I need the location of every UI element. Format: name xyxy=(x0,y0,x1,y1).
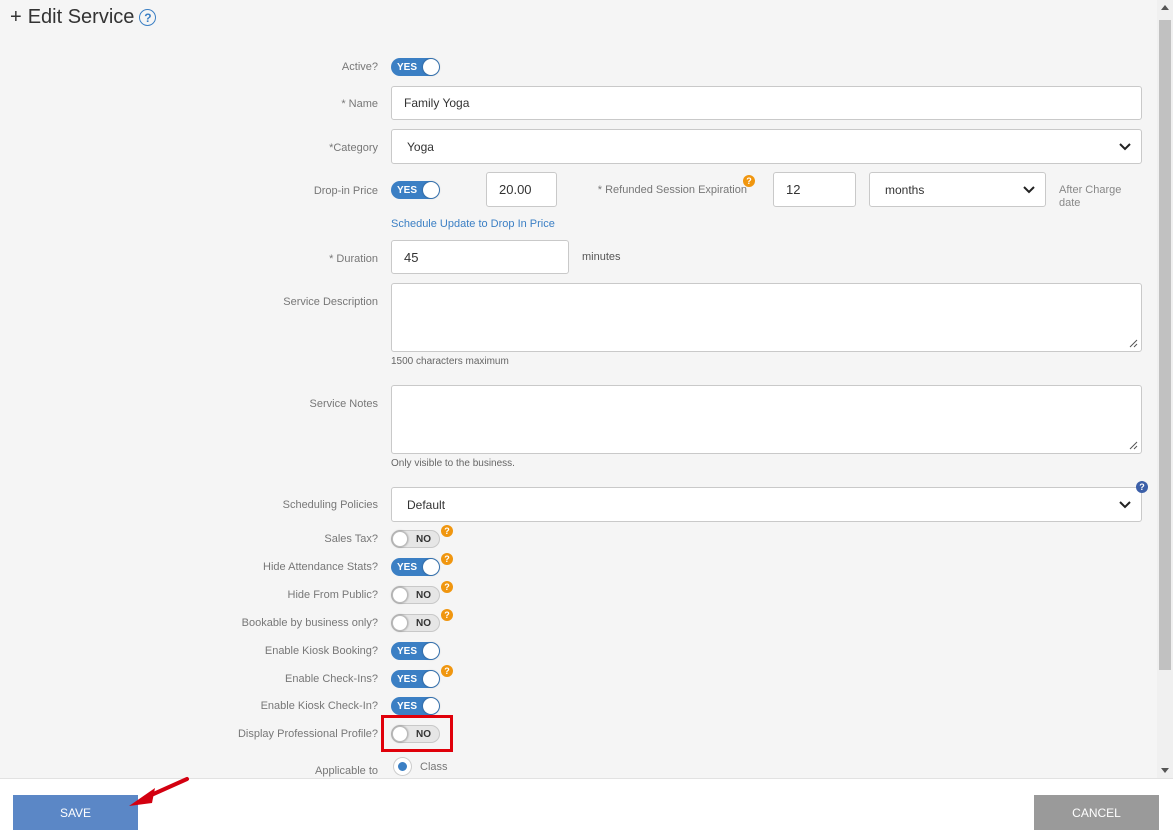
dropin-toggle[interactable]: YES xyxy=(391,181,440,199)
active-label: Active? xyxy=(341,61,378,73)
description-label: Service Description xyxy=(283,296,378,308)
policies-select[interactable]: Default xyxy=(391,487,1142,522)
bookable-toggle[interactable]: NO xyxy=(391,614,440,632)
name-label: * Name xyxy=(341,98,378,110)
schedule-price-link[interactable]: Schedule Update to Drop In Price xyxy=(391,218,555,230)
info-icon[interactable]: ? xyxy=(441,553,453,565)
help-icon[interactable]: ? xyxy=(139,9,157,26)
applicable-label: Applicable to xyxy=(315,765,378,777)
name-input-value: Family Yoga xyxy=(404,96,470,110)
info-icon[interactable]: ? xyxy=(441,609,453,621)
info-icon[interactable]: ? xyxy=(743,175,755,187)
highlight-box xyxy=(381,715,453,752)
category-select-value: Yoga xyxy=(407,139,434,154)
active-toggle-text: YES xyxy=(397,61,418,73)
hide-attendance-label: Hide Attendance Stats? xyxy=(263,561,378,573)
refund-suffix: After Charge date xyxy=(1059,184,1122,209)
refund-value-input[interactable]: 12 xyxy=(773,172,856,207)
chevron-down-icon xyxy=(1119,500,1131,509)
chevron-down-icon xyxy=(1119,142,1131,151)
resize-grip-icon[interactable] xyxy=(1129,339,1138,348)
save-button[interactable]: SAVE xyxy=(13,795,138,830)
toggle-knob xyxy=(423,182,439,198)
duration-value: 45 xyxy=(404,249,419,265)
duration-label: * Duration xyxy=(329,253,378,265)
duration-input[interactable]: 45 xyxy=(391,240,569,274)
scrollbar[interactable] xyxy=(1157,0,1173,778)
bookable-toggle-text: NO xyxy=(416,617,431,629)
toggle-knob xyxy=(423,59,439,75)
professional-profile-label: Display Professional Profile? xyxy=(237,728,378,740)
hide-public-label: Hide From Public? xyxy=(287,589,378,601)
toggle-knob xyxy=(392,587,408,603)
refund-value: 12 xyxy=(786,182,801,197)
bookable-label: Bookable by business only? xyxy=(241,617,378,629)
class-radio-label: Class xyxy=(420,761,448,773)
plus-icon: + xyxy=(10,6,22,28)
help-icon[interactable]: ? xyxy=(1136,481,1148,493)
kiosk-booking-toggle[interactable]: YES xyxy=(391,642,440,660)
class-radio[interactable] xyxy=(394,758,411,775)
hide-attendance-toggle-text: YES xyxy=(397,561,418,573)
hide-public-toggle[interactable]: NO xyxy=(391,586,440,604)
scroll-up-icon[interactable] xyxy=(1161,5,1169,10)
kiosk-booking-label: Enable Kiosk Booking? xyxy=(264,645,378,657)
check-ins-label: Enable Check-Ins? xyxy=(285,673,378,685)
notes-label: Service Notes xyxy=(309,398,378,410)
kiosk-checkin-label: Enable Kiosk Check-In? xyxy=(260,700,378,712)
hide-public-toggle-text: NO xyxy=(416,589,431,601)
toggle-knob xyxy=(392,531,408,547)
toggle-knob xyxy=(392,615,408,631)
active-toggle[interactable]: YES xyxy=(391,58,440,76)
check-ins-toggle[interactable]: YES xyxy=(391,670,440,688)
kiosk-checkin-toggle-text: YES xyxy=(397,700,418,712)
info-icon[interactable]: ? xyxy=(441,581,453,593)
sales-tax-toggle-text: NO xyxy=(416,533,431,545)
name-input[interactable]: Family Yoga xyxy=(391,86,1142,120)
toggle-knob xyxy=(423,643,439,659)
resize-grip-icon[interactable] xyxy=(1129,441,1138,450)
cancel-button[interactable]: CANCEL xyxy=(1034,795,1159,830)
notes-hint: Only visible to the business. xyxy=(391,458,515,469)
sales-tax-toggle[interactable]: NO xyxy=(391,530,440,548)
page-title: + Edit Service ? xyxy=(10,6,157,29)
notes-textarea[interactable] xyxy=(391,385,1142,454)
category-label: *Category xyxy=(329,142,378,154)
policies-label: Scheduling Policies xyxy=(282,499,378,511)
chevron-down-icon xyxy=(1023,185,1035,194)
info-icon[interactable]: ? xyxy=(441,525,453,537)
policies-value: Default xyxy=(407,497,446,512)
toggle-knob xyxy=(423,698,439,714)
description-textarea[interactable] xyxy=(391,283,1142,352)
refund-label: * Refunded Session Expiration xyxy=(597,184,747,196)
dropin-toggle-text: YES xyxy=(397,184,418,196)
arrow-icon xyxy=(129,777,189,806)
kiosk-booking-toggle-text: YES xyxy=(397,645,418,657)
scroll-down-icon[interactable] xyxy=(1161,768,1169,773)
page-title-text: Edit Service xyxy=(27,6,135,28)
scroll-thumb[interactable] xyxy=(1159,20,1171,670)
refund-unit-select[interactable]: months xyxy=(869,172,1046,207)
duration-unit: minutes xyxy=(582,251,621,263)
check-ins-toggle-text: YES xyxy=(397,673,418,685)
toggle-knob xyxy=(423,671,439,687)
category-select[interactable]: Yoga xyxy=(391,129,1142,164)
hide-attendance-toggle[interactable]: YES xyxy=(391,558,440,576)
refund-unit-value: months xyxy=(885,182,925,197)
dropin-price-value: 20.00 xyxy=(499,182,532,197)
kiosk-checkin-toggle[interactable]: YES xyxy=(391,697,440,715)
info-icon[interactable]: ? xyxy=(441,665,453,677)
sales-tax-label: Sales Tax? xyxy=(324,533,378,545)
toggle-knob xyxy=(423,559,439,575)
dropin-price-input[interactable]: 20.00 xyxy=(486,172,557,207)
dropin-label: Drop-in Price xyxy=(313,185,378,197)
description-hint: 1500 characters maximum xyxy=(391,356,509,367)
